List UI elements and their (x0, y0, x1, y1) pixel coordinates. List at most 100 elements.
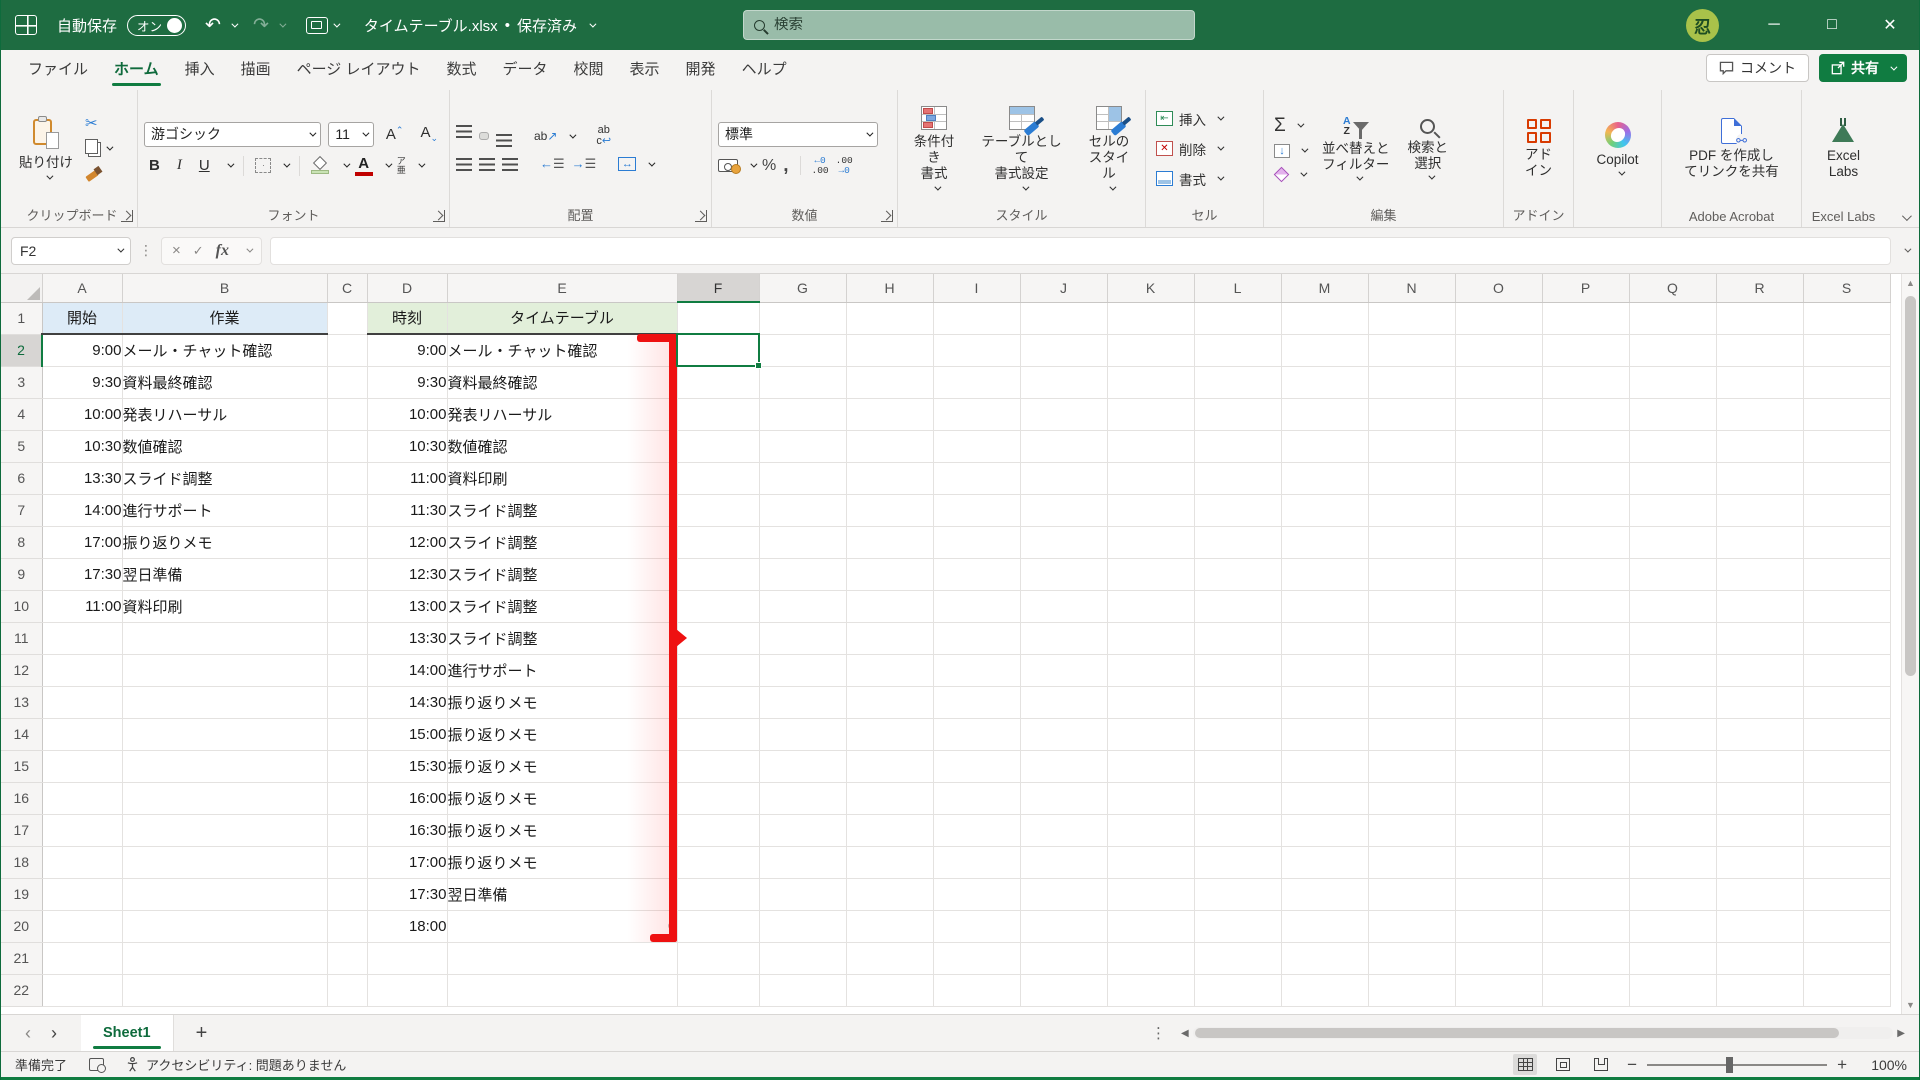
cell-N16[interactable] (1368, 782, 1456, 815)
cell-D19[interactable]: 17:30 (367, 878, 448, 911)
accessibility-status[interactable]: アクセシビリティ: 問題ありません (126, 1055, 346, 1074)
cell-D9[interactable]: 12:30 (367, 558, 448, 591)
page-break-view-button[interactable] (1589, 1054, 1613, 1075)
red-brace-bottom-hook[interactable] (650, 934, 675, 942)
cell-P17[interactable] (1542, 814, 1630, 847)
cell-H12[interactable] (846, 654, 934, 687)
align-middle-icon[interactable] (479, 132, 489, 140)
cell-A16[interactable] (42, 782, 123, 815)
font-size-select[interactable]: 11 (328, 121, 374, 147)
cell-S9[interactable] (1803, 558, 1891, 591)
cell-K11[interactable] (1107, 622, 1195, 655)
cell-S2[interactable] (1803, 334, 1891, 367)
cell-P5[interactable] (1542, 430, 1630, 463)
cell-G18[interactable] (759, 846, 847, 879)
cell-M3[interactable] (1281, 366, 1369, 399)
cell-K5[interactable] (1107, 430, 1195, 463)
cell-A20[interactable] (42, 910, 123, 943)
cell-H19[interactable] (846, 878, 934, 911)
cell-K1[interactable] (1107, 302, 1195, 335)
cell-O6[interactable] (1455, 462, 1543, 495)
cell-H16[interactable] (846, 782, 934, 815)
cell-H8[interactable] (846, 526, 934, 559)
cell-R16[interactable] (1716, 782, 1804, 815)
cell-N12[interactable] (1368, 654, 1456, 687)
cell-N18[interactable] (1368, 846, 1456, 879)
cell-D12[interactable]: 14:00 (367, 654, 448, 687)
cell-E17[interactable]: 振り返りメモ (447, 814, 678, 847)
cell-N13[interactable] (1368, 686, 1456, 719)
font-name-select[interactable]: 游ゴシック (144, 121, 322, 147)
cell-R7[interactable] (1716, 494, 1804, 527)
cell-G19[interactable] (759, 878, 847, 911)
cell-S11[interactable] (1803, 622, 1891, 655)
cell-E9[interactable]: スライド調整 (447, 558, 678, 591)
row-header-18[interactable]: 18 (1, 846, 43, 879)
cell-H3[interactable] (846, 366, 934, 399)
cell-O14[interactable] (1455, 718, 1543, 751)
cell-C17[interactable] (327, 814, 368, 847)
cell-R8[interactable] (1716, 526, 1804, 559)
cell-Q20[interactable] (1629, 910, 1717, 943)
cell-S6[interactable] (1803, 462, 1891, 495)
cell-E3[interactable]: 資料最終確認 (447, 366, 678, 399)
cell-B16[interactable] (122, 782, 328, 815)
cell-H5[interactable] (846, 430, 934, 463)
menu-tab[interactable]: ファイル (15, 50, 101, 86)
cell-M18[interactable] (1281, 846, 1369, 879)
cell-O19[interactable] (1455, 878, 1543, 911)
cell-R22[interactable] (1716, 974, 1804, 1007)
align-bottom-icon[interactable] (496, 134, 512, 147)
cell-Q9[interactable] (1629, 558, 1717, 591)
cell-O21[interactable] (1455, 942, 1543, 975)
cell-Q5[interactable] (1629, 430, 1717, 463)
cell-J8[interactable] (1020, 526, 1108, 559)
cell-P14[interactable] (1542, 718, 1630, 751)
cell-P3[interactable] (1542, 366, 1630, 399)
cell-H1[interactable] (846, 302, 934, 335)
cell-S22[interactable] (1803, 974, 1891, 1007)
cell-N11[interactable] (1368, 622, 1456, 655)
cell-P19[interactable] (1542, 878, 1630, 911)
zoom-in-button[interactable]: + (1837, 1056, 1847, 1073)
row-header-6[interactable]: 6 (1, 462, 43, 495)
cell-H18[interactable] (846, 846, 934, 879)
cell-K22[interactable] (1107, 974, 1195, 1007)
cell-P18[interactable] (1542, 846, 1630, 879)
cell-I5[interactable] (933, 430, 1021, 463)
cell-styles-button[interactable]: セルの スタイル (1079, 104, 1139, 193)
cell-M5[interactable] (1281, 430, 1369, 463)
cell-O3[interactable] (1455, 366, 1543, 399)
red-brace-pointer[interactable] (676, 629, 687, 647)
cell-D14[interactable]: 15:00 (367, 718, 448, 751)
cell-G17[interactable] (759, 814, 847, 847)
excel-app-icon[interactable] (15, 15, 37, 35)
italic-button[interactable]: I (172, 156, 187, 175)
clipboard-dialog-launcher-icon[interactable] (121, 210, 133, 222)
cell-G15[interactable] (759, 750, 847, 783)
cell-K19[interactable] (1107, 878, 1195, 911)
cell-B13[interactable] (122, 686, 328, 719)
cell-P13[interactable] (1542, 686, 1630, 719)
cell-R20[interactable] (1716, 910, 1804, 943)
cell-J15[interactable] (1020, 750, 1108, 783)
cell-N3[interactable] (1368, 366, 1456, 399)
menu-tab[interactable]: ホーム (101, 50, 172, 86)
addins-button[interactable]: アド イン (1519, 117, 1558, 181)
cell-O13[interactable] (1455, 686, 1543, 719)
cell-C19[interactable] (327, 878, 368, 911)
cell-E10[interactable]: スライド調整 (447, 590, 678, 623)
cell-D17[interactable]: 16:30 (367, 814, 448, 847)
zoom-thumb[interactable] (1726, 1056, 1734, 1073)
cell-I13[interactable] (933, 686, 1021, 719)
cell-J7[interactable] (1020, 494, 1108, 527)
menu-tab[interactable]: ページ レイアウト (284, 50, 434, 86)
cell-K16[interactable] (1107, 782, 1195, 815)
fill-button[interactable]: ↓ (1270, 142, 1310, 160)
cell-E16[interactable]: 振り返りメモ (447, 782, 678, 815)
cell-L2[interactable] (1194, 334, 1282, 367)
vertical-scrollbar[interactable]: ▲ ▼ (1901, 274, 1919, 1014)
cell-D7[interactable]: 11:30 (367, 494, 448, 527)
cell-L10[interactable] (1194, 590, 1282, 623)
cell-K4[interactable] (1107, 398, 1195, 431)
